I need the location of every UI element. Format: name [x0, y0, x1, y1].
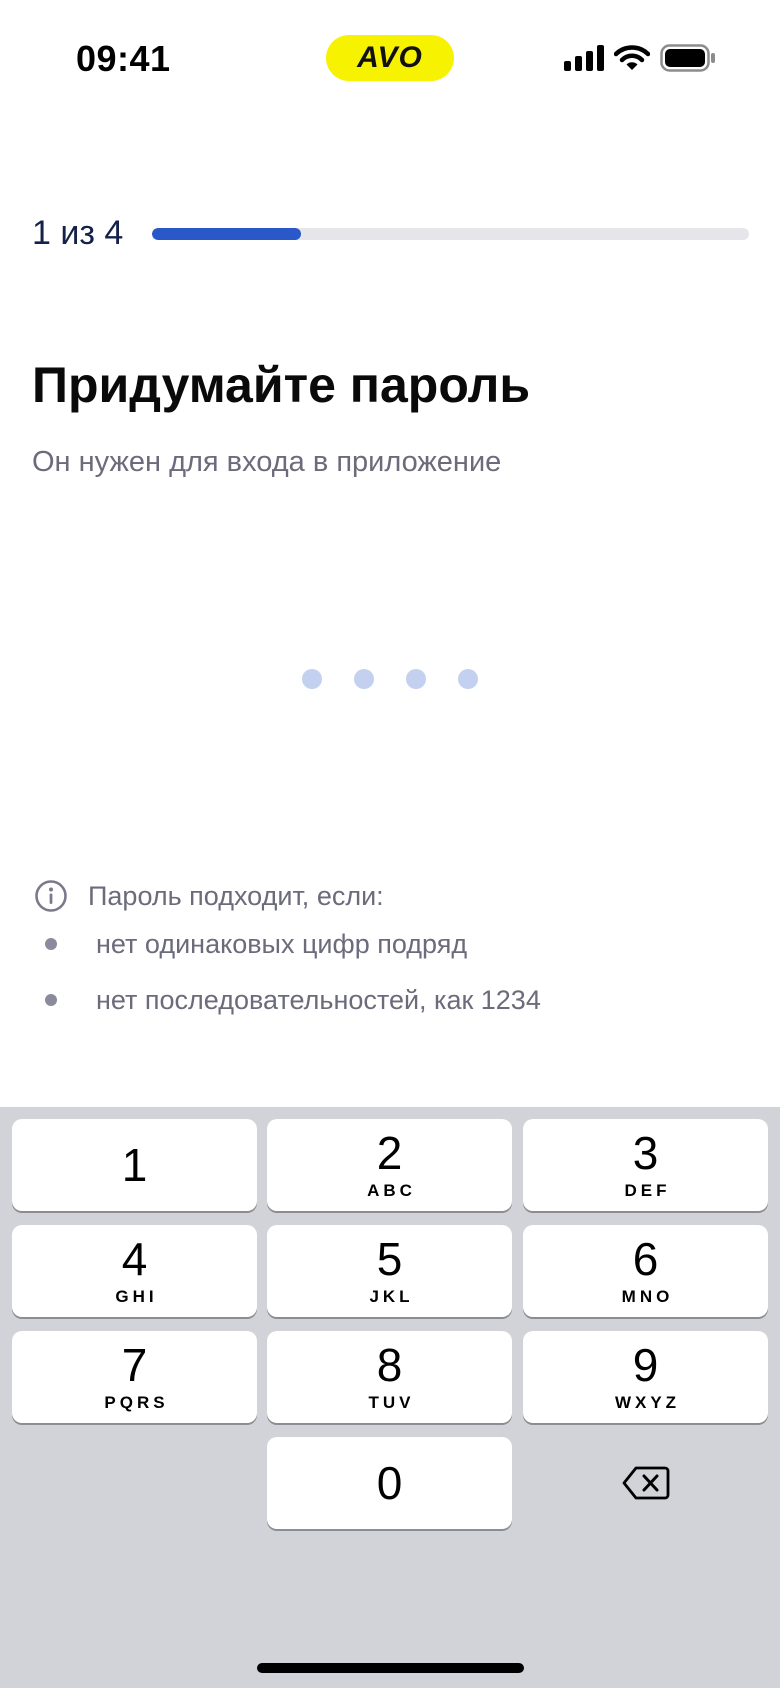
- key-digit: 2: [376, 1127, 403, 1179]
- key-7[interactable]: 7 PQRS: [12, 1331, 257, 1423]
- key-letters: DEF: [624, 1181, 671, 1200]
- key-digit: 8: [376, 1339, 403, 1391]
- pin-dot: [354, 669, 374, 689]
- bullet-icon: [45, 938, 57, 950]
- home-indicator: [257, 1663, 524, 1673]
- key-letters: ABC: [367, 1181, 416, 1200]
- rule-text: нет последовательностей, как 1234: [96, 984, 541, 1015]
- key-6[interactable]: 6 MNO: [523, 1225, 768, 1317]
- key-digit: 0: [376, 1457, 403, 1509]
- password-rules: Пароль подходит, если: нет одинаковых ци…: [34, 876, 734, 1028]
- info-icon: [35, 880, 67, 912]
- key-8[interactable]: 8 TUV: [267, 1331, 512, 1423]
- pin-dot: [302, 669, 322, 689]
- key-5[interactable]: 5 JKL: [267, 1225, 512, 1317]
- key-letters: JKL: [369, 1287, 414, 1306]
- key-0[interactable]: 0: [267, 1437, 512, 1529]
- bullet-icon: [45, 994, 57, 1006]
- key-letters: PQRS: [104, 1393, 169, 1412]
- key-letters: TUV: [368, 1393, 415, 1412]
- pin-indicator: [0, 669, 780, 689]
- battery-icon: [660, 44, 715, 72]
- step-counter: 1 из 4: [32, 214, 124, 252]
- key-digit: 9: [632, 1339, 659, 1391]
- status-bar: 09:41 AVO: [0, 0, 780, 120]
- wifi-icon: [614, 45, 650, 70]
- brand-logo: AVO: [326, 35, 454, 81]
- status-icons: [564, 44, 716, 72]
- numeric-keypad: 1 2 ABC 3 DEF 4 GHI 5 JKL 6 MNO 7 PQRS 8…: [0, 1107, 780, 1688]
- progress-fill: [152, 228, 302, 240]
- key-digit: 7: [121, 1339, 148, 1391]
- rule-item: нет одинаковых цифр подряд: [34, 916, 734, 972]
- pin-dot: [406, 669, 426, 689]
- backspace-icon: [622, 1466, 669, 1500]
- page-title: Придумайте пароль: [32, 357, 531, 413]
- signal-icon: [564, 45, 604, 71]
- page-subtitle: Он нужен для входа в приложение: [32, 446, 502, 478]
- pin-dot: [458, 669, 478, 689]
- progress-indicator: 1 из 4: [32, 210, 749, 256]
- key-letters: MNO: [621, 1287, 674, 1306]
- rules-title: Пароль подходит, если:: [88, 880, 384, 911]
- key-2[interactable]: 2 ABC: [267, 1119, 512, 1211]
- key-letters: GHI: [115, 1287, 158, 1306]
- rule-item: нет последовательностей, как 1234: [34, 972, 734, 1028]
- key-4[interactable]: 4 GHI: [12, 1225, 257, 1317]
- key-3[interactable]: 3 DEF: [523, 1119, 768, 1211]
- key-digit: 5: [376, 1233, 403, 1285]
- progress-track: [152, 228, 749, 240]
- rule-text: нет одинаковых цифр подряд: [96, 928, 468, 959]
- key-digit: 6: [632, 1233, 659, 1285]
- key-digit: 1: [121, 1139, 148, 1191]
- backspace-button[interactable]: [523, 1437, 768, 1529]
- key-digit: 4: [121, 1233, 148, 1285]
- key-9[interactable]: 9 WXYZ: [523, 1331, 768, 1423]
- status-time: 09:41: [76, 38, 171, 79]
- key-digit: 3: [632, 1127, 659, 1179]
- key-letters: WXYZ: [614, 1393, 681, 1412]
- key-1[interactable]: 1: [12, 1119, 257, 1211]
- rules-header: Пароль подходит, если:: [34, 876, 734, 916]
